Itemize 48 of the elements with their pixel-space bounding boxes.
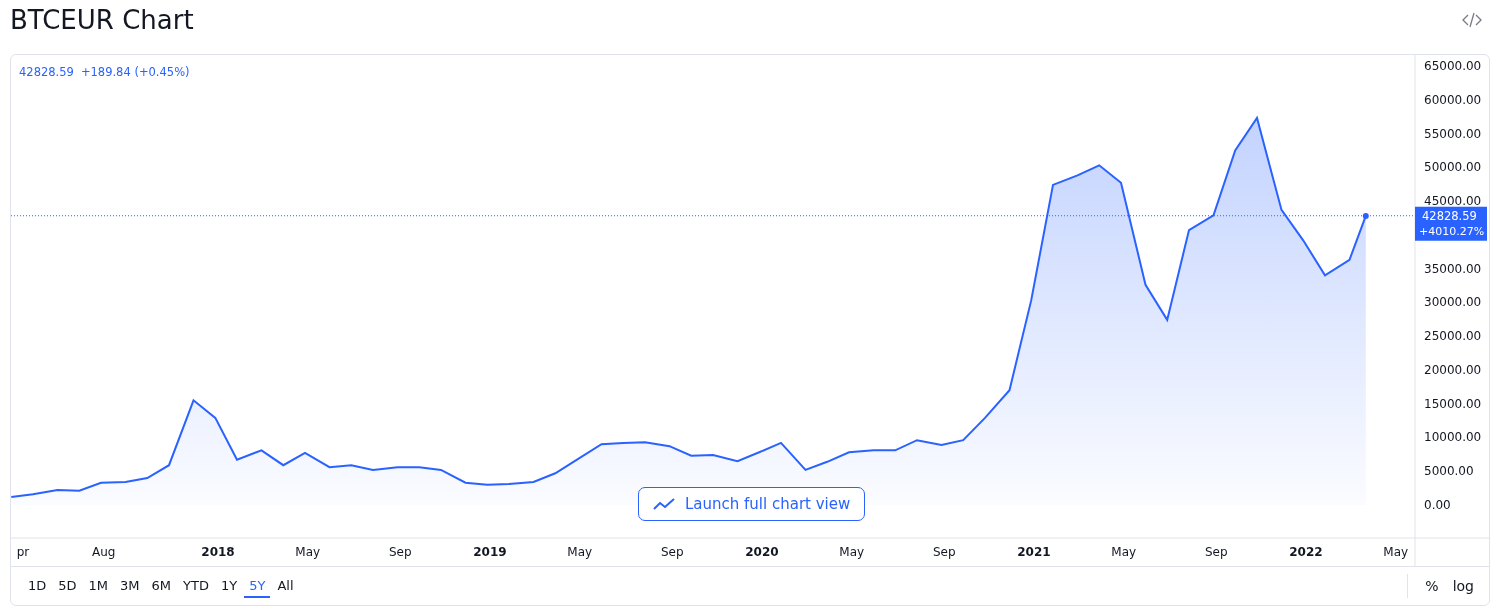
scale-button[interactable]: % [1420,576,1444,596]
legend-change: +189.84 (+0.45%) [80,65,190,79]
x-axis-label: 2018 [201,545,235,559]
legend-price: 42828.59 [19,65,74,79]
y-axis-label: 65000.00 [1424,59,1482,73]
x-axis-label: 2021 [1017,545,1051,559]
range-tab[interactable]: All [272,574,299,598]
chart-title: BTCEUR Chart [10,5,194,35]
y-axis-label: 5000.00 [1424,464,1474,479]
x-axis-label: Sep [388,545,412,559]
x-axis-label: May [1383,545,1409,559]
x-axis-label: 2022 [1289,545,1323,559]
y-axis-label: 10000.00 [1424,430,1482,445]
last-price-dot [1362,212,1369,219]
x-axis-label: May [567,545,593,559]
x-axis-label: May [295,545,321,559]
x-axis-label: May [1111,545,1137,559]
range-tab[interactable]: 3M [115,574,145,598]
y-axis-label: 30000.00 [1424,295,1482,310]
y-axis-label: 55000.00 [1424,126,1482,141]
x-axis-label: pr [16,545,30,559]
y-axis-label: 20000.00 [1424,362,1482,377]
range-tab[interactable]: 5D [53,574,82,598]
y-axis-label: 45000.00 [1424,194,1482,209]
range-tab[interactable]: YTD [178,574,214,598]
range-tab[interactable]: 1D [23,574,52,598]
y-axis-label: 0.00 [1424,498,1451,512]
range-tab[interactable]: 6M [146,574,177,598]
range-tab[interactable]: 1Y [215,574,243,598]
price-label: 42828.59 +4010.27% [1415,206,1487,241]
x-axis-label: Sep [1204,545,1228,559]
y-axis-label: 35000.00 [1424,261,1482,276]
x-axis-label: 2020 [745,545,779,559]
x-axis-label: May [839,545,865,559]
embed-code-icon[interactable] [1462,12,1482,28]
range-tab[interactable]: 5Y [244,574,271,598]
trend-line-icon [653,498,675,510]
range-tab[interactable]: 1M [83,574,114,598]
y-axis-label: 15000.00 [1424,396,1482,411]
x-axis-label: 2019 [473,545,507,559]
y-axis-label: 25000.00 [1424,329,1482,344]
x-axis-label: Aug [92,545,116,559]
y-axis-label: 50000.00 [1424,160,1482,175]
x-axis-label: Sep [660,545,684,559]
launch-chart-button[interactable]: Launch full chart view [638,487,866,521]
x-axis-label: Sep [932,545,956,559]
y-axis-label: 60000.00 [1424,92,1482,107]
scale-button[interactable]: log [1447,576,1479,596]
